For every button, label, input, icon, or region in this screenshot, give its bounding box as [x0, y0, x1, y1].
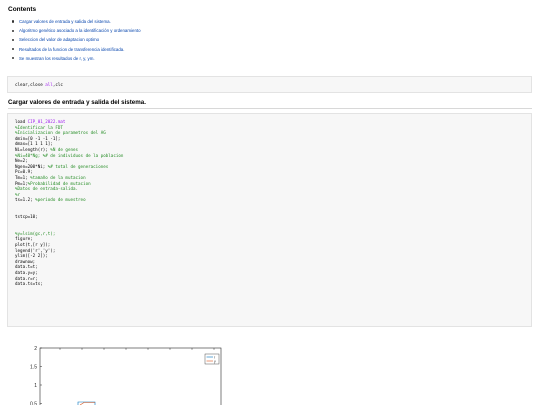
- toc-link-label[interactable]: Algoritmo genético asociado a la identif…: [19, 28, 141, 33]
- toc-link[interactable]: Cargar valores de entrada y salida del s…: [8, 17, 141, 26]
- y-tick-label: 1: [34, 383, 37, 389]
- toc-link-label[interactable]: Resultados de la funcion de transferenci…: [19, 47, 124, 52]
- y-tick-label: 0.5: [30, 401, 37, 405]
- bullet-icon: [11, 47, 14, 51]
- code-text: drawnow;: [15, 258, 36, 264]
- code-keyword: all: [45, 82, 53, 87]
- code-text: Pm=1;: [15, 180, 28, 186]
- page: Contents Cargar valores de entrada y sal…: [0, 0, 540, 405]
- code-text: tstcp=10;: [15, 214, 38, 220]
- toc-link-label[interactable]: Cargar valores de entrada y salida del s…: [19, 19, 111, 24]
- code-block-main: load CIP_01_2022.mat %Identificar la FDT%…: [7, 113, 532, 327]
- toc-link[interactable]: Seleccion del valor de adaptacion optimo: [8, 35, 141, 44]
- code-text: clear,close: [15, 82, 46, 87]
- code-text: ,clc: [52, 82, 63, 87]
- y-tick-label: 2: [34, 346, 37, 352]
- bullet-icon: [11, 20, 14, 23]
- legend-label-y: y: [214, 359, 216, 363]
- code-text: dmin=[0 -1 -1 -1];: [15, 135, 61, 141]
- code-line: clear,close all,clc: [15, 82, 524, 88]
- code-text: Ne=2;: [15, 158, 28, 164]
- code-text: data.t=t;: [15, 264, 38, 270]
- code-text: clear,close all,clc: [15, 82, 63, 87]
- code-text: data.ts=ts;: [15, 281, 43, 287]
- code-comment: %N de genes: [50, 146, 79, 152]
- section-divider: [8, 108, 532, 109]
- code-comment: %Datos de entrada-salida.: [15, 186, 79, 192]
- code-comment: %# total de generaciones: [47, 163, 109, 169]
- code-comment: %Probabilidad de mutacion: [27, 180, 91, 186]
- code-comment: %periodo de muestreo: [35, 197, 86, 203]
- legend-box: [204, 353, 220, 365]
- code-text: figure;: [15, 236, 33, 242]
- bullet-icon: [11, 57, 14, 60]
- bullet-icon: [11, 38, 14, 41]
- code-text: dmax=[1 1 1 1];: [15, 141, 53, 147]
- code-text: ts=1.2;: [15, 197, 36, 203]
- y-tick-label: 1.5: [30, 364, 37, 370]
- code-comment: %Ni=40*Ng; %# de individuos de la poblac…: [15, 152, 124, 158]
- toc-link[interactable]: Resultados de la funcion de transferenci…: [8, 45, 141, 54]
- plot-axes: [39, 347, 222, 405]
- toc-link[interactable]: Se muestran los resultados de r, y, ym.: [8, 54, 141, 63]
- code-line: data.ts=ts;: [15, 281, 524, 287]
- code-text: data.y=y;: [15, 270, 38, 276]
- code-text: ylim([-2 2]);: [15, 253, 48, 259]
- code-text: Ngen=200*Ni;: [15, 163, 48, 169]
- code-comment: %y=lsim(gc,r,t);: [15, 230, 56, 236]
- toc-link[interactable]: Algoritmo genético asociado a la identif…: [8, 26, 141, 35]
- table-of-contents: Cargar valores de entrada y salida del s…: [8, 17, 141, 63]
- code-text: Ni=length(r);: [15, 146, 51, 152]
- code-block-init: clear,close all,clc: [7, 76, 532, 93]
- toc-link-label[interactable]: Seleccion del valor de adaptacion optimo: [19, 37, 99, 42]
- toc-link-label[interactable]: Se muestran los resultados de r, y, ym.: [19, 56, 95, 61]
- code-text: legend('r','y');: [15, 247, 56, 253]
- code-text: Pc=0.9;: [15, 169, 33, 175]
- code-text: CIP_01_2022.mat: [27, 119, 66, 124]
- figure-plot: 21.510.5ry: [30, 346, 222, 405]
- code-text: data.r=r;: [15, 275, 38, 281]
- code-comment: %tamaño de la mutacion: [30, 174, 86, 180]
- code-comment: %r: [15, 191, 21, 197]
- code-text: Tm=1;: [15, 174, 31, 180]
- code-comment: %Identificar la FDT: [15, 124, 63, 130]
- code-text: load: [15, 119, 28, 124]
- code-text: plot(t,[r y]);: [15, 242, 51, 248]
- contents-heading: Contents: [8, 6, 37, 13]
- section-heading: Cargar valores de entrada y salida del s…: [8, 99, 146, 106]
- bullet-icon: [11, 29, 14, 32]
- code-comment: %Inicializacion de parametros del AG: [15, 130, 106, 136]
